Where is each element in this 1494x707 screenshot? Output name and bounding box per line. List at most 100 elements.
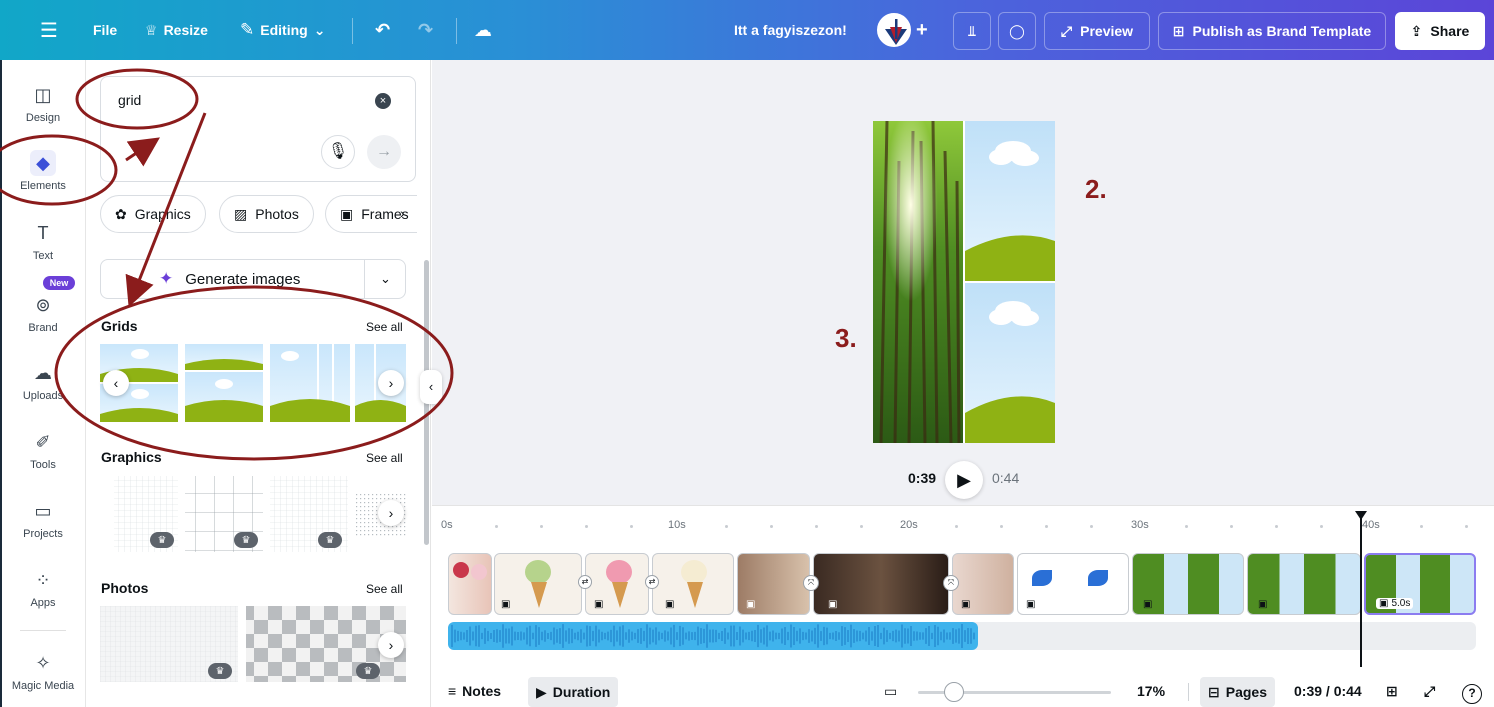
insights-button[interactable]: ⫫ — [953, 12, 991, 50]
clip-duration-badge: ▣ 5.0s — [1376, 598, 1414, 609]
preview-button[interactable]: ⤢ Preview — [1044, 12, 1150, 50]
notes-button[interactable]: ≡ Notes — [448, 675, 501, 707]
share-icon: ⇪ — [1410, 22, 1423, 39]
avatar[interactable] — [877, 13, 911, 47]
hamburger-icon: ☰ — [40, 19, 58, 42]
microphone-icon[interactable]: 🎙 — [321, 135, 355, 169]
rail-item-brand[interactable]: ⊚ Brand — [0, 292, 86, 334]
collapse-panel-icon[interactable]: ‹ — [420, 370, 442, 404]
rail-label: Magic Media — [11, 680, 75, 692]
clip-vanilla[interactable]: ▣ — [652, 553, 734, 615]
file-menu[interactable]: File — [93, 0, 117, 60]
add-collaborator-button[interactable]: + — [916, 0, 928, 60]
tick-label: 20s — [900, 519, 918, 531]
project-title[interactable]: Itt a fagyiszezon! — [734, 0, 847, 60]
image-icon: ▨ — [234, 205, 248, 222]
rail-item-magic-media[interactable]: ✧ Magic Media — [0, 650, 86, 692]
resize-button[interactable]: ♕ Resize — [145, 0, 208, 60]
clip-children[interactable]: ▣ — [952, 553, 1014, 615]
video-icon: ▣ — [665, 599, 675, 610]
video-icon: ▣ — [594, 599, 604, 610]
menu-button[interactable]: ☰ — [40, 0, 58, 60]
folder-icon: ▭ — [34, 501, 52, 521]
transition-icon[interactable]: ⇄ — [578, 575, 592, 589]
duration-button[interactable]: ▶ Duration — [528, 677, 619, 707]
rail-item-text[interactable]: T Text — [0, 220, 86, 262]
annotation-2: 2. — [1085, 174, 1107, 204]
play-icon[interactable]: ▶ — [945, 461, 983, 499]
grids-see-all[interactable]: See all — [366, 320, 403, 334]
audio-track[interactable] — [448, 622, 1476, 650]
grid-view-icon[interactable]: ⊞ — [1386, 675, 1398, 707]
playhead-handle-icon[interactable] — [1355, 511, 1367, 520]
save-status-button[interactable]: ☁ — [474, 0, 492, 60]
graphics-next-icon[interactable]: › — [378, 500, 404, 526]
clip-ice-cream-1[interactable] — [448, 553, 492, 615]
rail-item-design[interactable]: ◫ Design — [0, 82, 86, 124]
generate-images-button[interactable]: ✦ Generate images — [100, 259, 406, 299]
pages-button[interactable]: ⊟ Pages — [1200, 677, 1275, 707]
tick-label: 40s — [1362, 519, 1380, 531]
rail-item-apps[interactable]: ⁘ Apps — [0, 567, 86, 609]
clip-butterflies[interactable]: ▣ — [1017, 553, 1129, 615]
video-icon: ▣ — [961, 599, 971, 610]
page-view-icon[interactable]: ▭ — [884, 675, 897, 707]
editing-dropdown[interactable]: ✎ Editing ⌄ — [240, 0, 325, 60]
clip-strawberry[interactable]: ▣ — [585, 553, 649, 615]
grid-thumb-2[interactable] — [185, 344, 263, 422]
grids-prev-icon[interactable]: ‹ — [103, 370, 129, 396]
redo-button[interactable]: ↷ — [418, 0, 433, 60]
crown-icon: ♛ — [356, 663, 380, 679]
undo-button[interactable]: ↶ — [375, 0, 390, 60]
clip-grid-forest-2[interactable]: ▣ — [1247, 553, 1361, 615]
chip-graphics[interactable]: ✿ Graphics — [100, 195, 206, 233]
photos-see-all[interactable]: See all — [366, 582, 403, 596]
chip-label: Photos — [255, 206, 299, 222]
grid-cell-top-right[interactable] — [965, 121, 1055, 281]
chip-photos[interactable]: ▨ Photos — [219, 195, 314, 233]
zoom-slider-handle[interactable] — [944, 682, 964, 702]
template-icon: ⊞ — [1172, 22, 1185, 39]
chips-next-icon[interactable]: › — [400, 205, 405, 221]
publish-brand-template-button[interactable]: ⊞ Publish as Brand Template — [1158, 12, 1386, 50]
playhead[interactable] — [1360, 517, 1362, 667]
search-box[interactable] — [100, 76, 416, 182]
pencil-icon: ✎ — [240, 20, 255, 39]
help-icon[interactable]: ? — [1462, 684, 1482, 704]
comment-button[interactable]: ◯ — [998, 12, 1036, 50]
fullscreen-icon[interactable]: ⤢ — [1424, 675, 1435, 707]
clip-scoops[interactable]: ▣ — [737, 553, 810, 615]
total-time: 0:44 — [992, 470, 1020, 486]
grids-row — [100, 344, 406, 422]
rail-label: Text — [32, 250, 54, 262]
grid-thumb-3[interactable] — [270, 344, 350, 422]
notes-icon: ≡ — [448, 683, 457, 699]
transition-icon[interactable]: ⤧ — [943, 575, 959, 591]
grid-cell-bottom-right[interactable] — [965, 283, 1055, 443]
design-page[interactable] — [873, 121, 1055, 443]
generate-dropdown-icon[interactable]: ⌄ — [364, 259, 406, 299]
submit-arrow-icon[interactable]: → — [367, 135, 401, 169]
forest-photo-cell[interactable] — [873, 121, 963, 443]
grids-next-icon[interactable]: › — [378, 370, 404, 396]
search-input[interactable]: grid — [118, 92, 141, 108]
pages-icon: ⊟ — [1208, 683, 1220, 700]
clip-pistachio[interactable]: ▣ — [494, 553, 582, 615]
photos-next-icon[interactable]: › — [378, 632, 404, 658]
rail-item-tools[interactable]: ✐ Tools — [0, 429, 86, 471]
share-button[interactable]: ⇪ Share — [1395, 12, 1485, 50]
zoom-level[interactable]: 17% — [1137, 675, 1165, 707]
clip-grid-forest-selected[interactable]: ▣ 5.0s — [1364, 553, 1476, 615]
clip-grid-forest-1[interactable]: ▣ — [1132, 553, 1244, 615]
crown-icon: ♛ — [234, 532, 258, 548]
transition-icon[interactable]: ⤧ — [803, 575, 819, 591]
rail-item-projects[interactable]: ▭ Projects — [0, 498, 86, 540]
tick-label: 0s — [441, 519, 453, 531]
rail-item-uploads[interactable]: ☁ Uploads — [0, 360, 86, 402]
pen-icon: ✐ — [35, 432, 51, 452]
clear-search-icon[interactable]: × — [375, 93, 391, 109]
clip-boy-eating[interactable]: ▣ — [813, 553, 949, 615]
graphics-see-all[interactable]: See all — [366, 451, 403, 465]
rail-item-elements[interactable]: ◆ Elements — [0, 150, 86, 192]
transition-icon[interactable]: ⇄ — [645, 575, 659, 589]
